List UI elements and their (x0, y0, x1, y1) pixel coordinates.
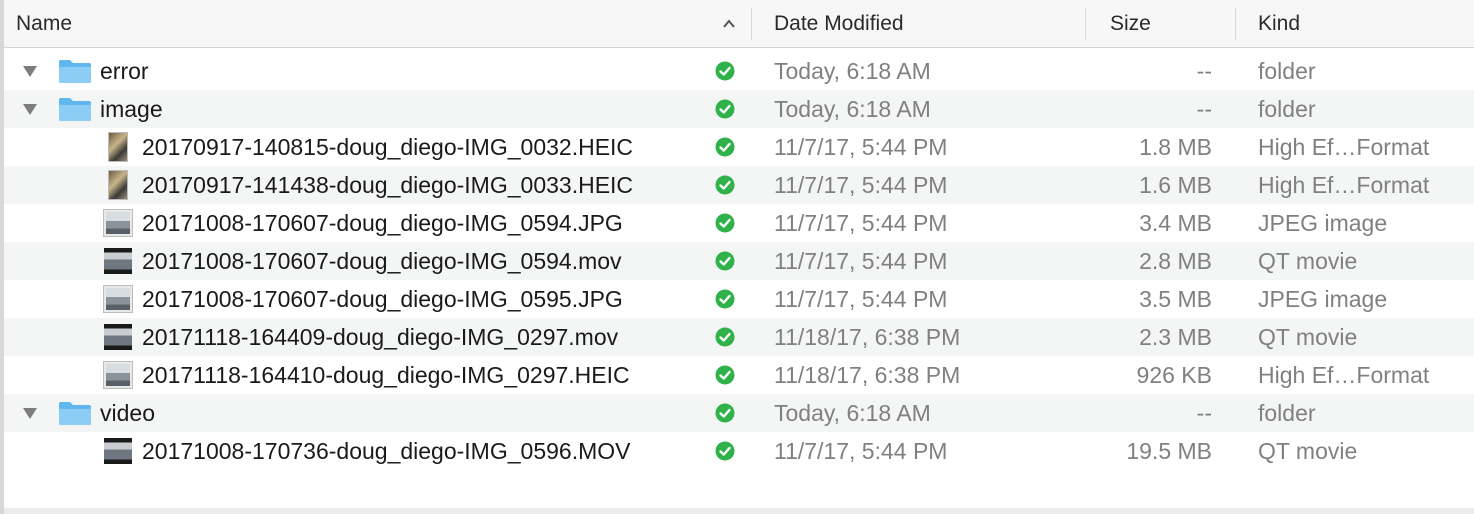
item-kind: High Ef…Format (1258, 133, 1430, 160)
item-size: -- (1196, 95, 1212, 122)
item-name: image (100, 95, 163, 122)
file-list: error Today, 6:18 AM -- folder image Today, 6… (4, 52, 1474, 470)
item-name: 20171118-164409-doug_diego-IMG_0297.mov (142, 323, 619, 350)
file-row[interactable]: 20171118-164409-doug_diego-IMG_0297.mov 1… (4, 318, 1474, 356)
file-row[interactable]: 20170917-141438-doug_diego-IMG_0033.HEIC… (4, 166, 1474, 204)
sync-checkmark-icon (715, 441, 735, 461)
folder-icon (59, 98, 91, 121)
item-date-modified: 11/7/17, 5:44 PM (774, 171, 948, 198)
item-date-modified: 11/7/17, 5:44 PM (774, 209, 948, 236)
item-name: 20171008-170736-doug_diego-IMG_0596.MOV (142, 437, 631, 464)
item-date-modified: Today, 6:18 AM (774, 399, 931, 426)
file-row[interactable]: 20171008-170607-doug_diego-IMG_0594.mov 1… (4, 242, 1474, 280)
file-row[interactable]: 20171008-170736-doug_diego-IMG_0596.MOV 1… (4, 432, 1474, 470)
folder-icon (59, 60, 91, 83)
photo-thumbnail-icon (108, 170, 128, 200)
window-bottom-edge (4, 508, 1474, 514)
disclosure-triangle-icon[interactable] (21, 63, 39, 79)
item-kind: QT movie (1258, 247, 1358, 274)
photo-thumbnail-icon (103, 361, 133, 389)
column-header-size[interactable]: Size (1110, 0, 1230, 47)
item-kind: folder (1258, 57, 1316, 84)
item-size: 19.5 MB (1126, 437, 1212, 464)
item-date-modified: 11/7/17, 5:44 PM (774, 247, 948, 274)
item-kind: folder (1258, 95, 1316, 122)
sync-checkmark-icon (715, 175, 735, 195)
item-date-modified: 11/7/17, 5:44 PM (774, 437, 948, 464)
item-date-modified: 11/7/17, 5:44 PM (774, 285, 948, 312)
sync-checkmark-icon (715, 289, 735, 309)
item-size: -- (1196, 399, 1212, 426)
item-name: 20170917-141438-doug_diego-IMG_0033.HEIC (142, 171, 634, 198)
item-size: 926 KB (1136, 361, 1212, 388)
sync-checkmark-icon (715, 403, 735, 423)
column-divider[interactable] (1085, 8, 1086, 40)
item-kind: JPEG image (1258, 285, 1388, 312)
item-kind: folder (1258, 399, 1316, 426)
item-name: error (100, 57, 149, 84)
item-kind: High Ef…Format (1258, 171, 1430, 198)
column-header-kind-label: Kind (1258, 11, 1301, 35)
item-name: 20171118-164410-doug_diego-IMG_0297.HEIC (142, 361, 630, 388)
item-name: video (100, 399, 155, 426)
sync-checkmark-icon (715, 327, 735, 347)
folder-row[interactable]: video Today, 6:18 AM -- folder (4, 394, 1474, 432)
sync-checkmark-icon (715, 99, 735, 119)
item-kind: QT movie (1258, 437, 1358, 464)
item-date-modified: 11/7/17, 5:44 PM (774, 133, 948, 160)
item-date-modified: Today, 6:18 AM (774, 95, 931, 122)
column-header-date-modified[interactable]: Date Modified (774, 0, 1084, 47)
photo-thumbnail-icon (108, 132, 128, 162)
movie-thumbnail-icon (104, 324, 132, 350)
column-header-kind[interactable]: Kind (1258, 0, 1458, 47)
item-date-modified: 11/18/17, 6:38 PM (774, 323, 961, 350)
item-kind: High Ef…Format (1258, 361, 1430, 388)
sync-checkmark-icon (715, 365, 735, 385)
photo-thumbnail-icon (103, 285, 133, 313)
photo-thumbnail-icon (103, 209, 133, 237)
file-row[interactable]: 20171118-164410-doug_diego-IMG_0297.HEIC… (4, 356, 1474, 394)
item-date-modified: 11/18/17, 6:38 PM (774, 361, 961, 388)
item-size: 2.3 MB (1139, 323, 1212, 350)
disclosure-triangle-icon[interactable] (21, 101, 39, 117)
column-divider[interactable] (1235, 8, 1236, 40)
item-name: 20170917-140815-doug_diego-IMG_0032.HEIC (142, 133, 634, 160)
item-size: 3.5 MB (1139, 285, 1212, 312)
finder-list-view: Name Date Modified Size Kind error Today,… (0, 0, 1474, 514)
item-name: 20171008-170607-doug_diego-IMG_0594.mov (142, 247, 622, 274)
item-size: 1.6 MB (1139, 171, 1212, 198)
item-date-modified: Today, 6:18 AM (774, 57, 931, 84)
folder-row[interactable]: error Today, 6:18 AM -- folder (4, 52, 1474, 90)
column-header-bar: Name Date Modified Size Kind (4, 0, 1474, 48)
sync-checkmark-icon (715, 61, 735, 81)
item-size: 1.8 MB (1139, 133, 1212, 160)
movie-thumbnail-icon (104, 248, 132, 274)
disclosure-triangle-icon[interactable] (21, 405, 39, 421)
item-size: 2.8 MB (1139, 247, 1212, 274)
sync-checkmark-icon (715, 251, 735, 271)
column-divider[interactable] (751, 8, 752, 40)
item-kind: QT movie (1258, 323, 1358, 350)
file-row[interactable]: 20171008-170607-doug_diego-IMG_0594.JPG 1… (4, 204, 1474, 242)
item-kind: JPEG image (1258, 209, 1388, 236)
item-size: 3.4 MB (1139, 209, 1212, 236)
item-size: -- (1196, 57, 1212, 84)
column-header-date-label: Date Modified (774, 11, 904, 35)
column-header-name-label: Name (16, 11, 73, 35)
movie-thumbnail-icon (104, 438, 132, 464)
item-name: 20171008-170607-doug_diego-IMG_0594.JPG (142, 209, 623, 236)
column-header-size-label: Size (1110, 11, 1151, 35)
column-header-name[interactable]: Name (16, 0, 716, 47)
file-row[interactable]: 20170917-140815-doug_diego-IMG_0032.HEIC… (4, 128, 1474, 166)
folder-row[interactable]: image Today, 6:18 AM -- folder (4, 90, 1474, 128)
chevron-up-icon[interactable] (720, 15, 738, 33)
item-name: 20171008-170607-doug_diego-IMG_0595.JPG (142, 285, 623, 312)
sync-checkmark-icon (715, 137, 735, 157)
folder-icon (59, 402, 91, 425)
sync-checkmark-icon (715, 213, 735, 233)
file-row[interactable]: 20171008-170607-doug_diego-IMG_0595.JPG 1… (4, 280, 1474, 318)
